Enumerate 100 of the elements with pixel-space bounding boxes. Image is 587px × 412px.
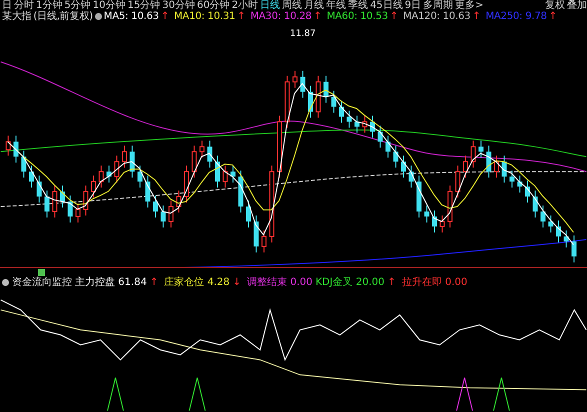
candlestick <box>572 234 576 263</box>
candlestick <box>83 185 88 216</box>
period-tab[interactable]: 45日线 <box>370 0 403 11</box>
candlestick <box>470 140 476 168</box>
moving-average-value: MA60: 10.53 <box>326 11 388 22</box>
candlestick <box>331 90 336 114</box>
period-tab[interactable]: 15分钟 <box>127 0 160 11</box>
candlestick <box>525 180 530 204</box>
candlestick <box>13 135 18 164</box>
candlestick <box>262 230 266 253</box>
trend-arrow: ↑ <box>237 11 246 22</box>
candlestick <box>300 70 306 98</box>
candlestick <box>408 165 414 188</box>
period-tab[interactable]: 1分钟 <box>36 0 62 11</box>
candlestick <box>378 125 383 148</box>
moving-average-value: MA30: 10.28 <box>250 11 312 22</box>
candlestick <box>246 200 251 228</box>
candlestick <box>184 165 189 204</box>
period-tab[interactable]: 分时 <box>14 0 34 11</box>
candlestick <box>36 175 42 204</box>
candlestick <box>440 215 445 233</box>
period-tab[interactable]: 10分钟 <box>92 0 126 11</box>
period-tab[interactable]: 日线 <box>260 0 280 11</box>
period-tab[interactable]: 日 <box>2 0 12 11</box>
period-tab[interactable]: 季线 <box>348 0 368 11</box>
candlestick <box>44 190 50 218</box>
candlestick <box>432 210 437 233</box>
candlestick <box>254 215 259 253</box>
toolbar-button[interactable]: 叠加 <box>567 0 587 11</box>
candlestick <box>215 155 220 188</box>
candlestick <box>339 100 344 124</box>
period-tab[interactable]: 更多> <box>455 0 484 11</box>
candlestick <box>192 145 197 178</box>
candlestick <box>207 140 212 168</box>
moving-average-value: MA250: 9.78 <box>486 11 547 22</box>
toolbar-button[interactable]: 复权 <box>545 0 565 11</box>
trend-arrow: ↑ <box>472 11 481 22</box>
candlestick <box>393 145 398 168</box>
candlestick <box>138 165 142 188</box>
candlestick <box>98 165 104 188</box>
candlestick <box>316 75 321 118</box>
period-tab[interactable]: 9日 <box>404 0 422 11</box>
trend-arrow: ↑ <box>150 277 158 288</box>
period-tab[interactable]: 年线 <box>326 0 346 11</box>
indicator-title: 资金流向监控 <box>12 277 72 288</box>
candlestick <box>324 75 328 104</box>
candlestick <box>122 145 127 168</box>
trend-arrow: ↓ <box>232 277 242 288</box>
candlestick <box>292 70 298 88</box>
chart-params: (日线,前复权) <box>33 11 93 22</box>
candlestick <box>52 185 58 218</box>
moving-average-value: MA5: 10.63 <box>104 11 159 22</box>
candlestick <box>386 135 390 158</box>
trend-arrow: ↑ <box>390 11 398 22</box>
period-tab[interactable]: 周线 <box>282 0 302 11</box>
period-tab[interactable]: 月线 <box>304 0 324 11</box>
candlestick <box>486 145 492 178</box>
candlestick <box>517 175 522 194</box>
candlestick <box>448 185 452 228</box>
candlestick <box>68 195 73 223</box>
indicator-value: KDJ金叉 20.00 <box>316 277 385 288</box>
candlestick <box>200 140 204 158</box>
candlestick <box>362 115 368 134</box>
period-tab[interactable]: 2小时 <box>232 0 258 11</box>
candlestick <box>230 165 236 184</box>
candlestick <box>160 205 166 228</box>
candlestick <box>494 155 499 178</box>
candlestick <box>153 195 158 218</box>
moving-average-value: MA120: 10.63 <box>403 11 470 22</box>
indicator-icon <box>2 279 9 286</box>
period-tab[interactable]: 5分钟 <box>64 0 91 11</box>
candlestick <box>556 220 561 243</box>
candlestick <box>6 135 11 156</box>
candlestick <box>478 140 484 158</box>
period-tab[interactable]: 60分钟 <box>196 0 230 11</box>
candlestick <box>416 175 422 218</box>
indicator-value: 庄家仓位 4.28 <box>164 277 230 288</box>
candlestick <box>130 145 135 178</box>
candlestick <box>502 155 507 184</box>
candlestick <box>455 165 460 198</box>
candlestick <box>28 165 34 188</box>
candlestick <box>370 115 375 138</box>
candlestick <box>284 75 290 128</box>
candlestick <box>222 165 228 188</box>
candlestick <box>548 215 554 233</box>
high-price-label: 11.87 <box>290 28 316 39</box>
candlestick <box>176 190 182 214</box>
indicator-value: 调整结束 0.00 <box>247 277 312 288</box>
indicator-value: 主力控盘 61.84 <box>75 277 147 288</box>
settings-icon[interactable] <box>94 13 102 20</box>
period-tab[interactable]: 多周期 <box>423 0 454 11</box>
candlestick <box>424 205 430 223</box>
candlestick <box>346 110 352 128</box>
period-tab[interactable]: 30分钟 <box>162 0 195 11</box>
candlestick <box>401 155 406 178</box>
candlestick <box>145 175 150 208</box>
candlestick <box>106 165 112 184</box>
candlestick <box>463 155 468 178</box>
trend-arrow: ↑ <box>160 11 169 22</box>
candlestick <box>308 85 313 118</box>
